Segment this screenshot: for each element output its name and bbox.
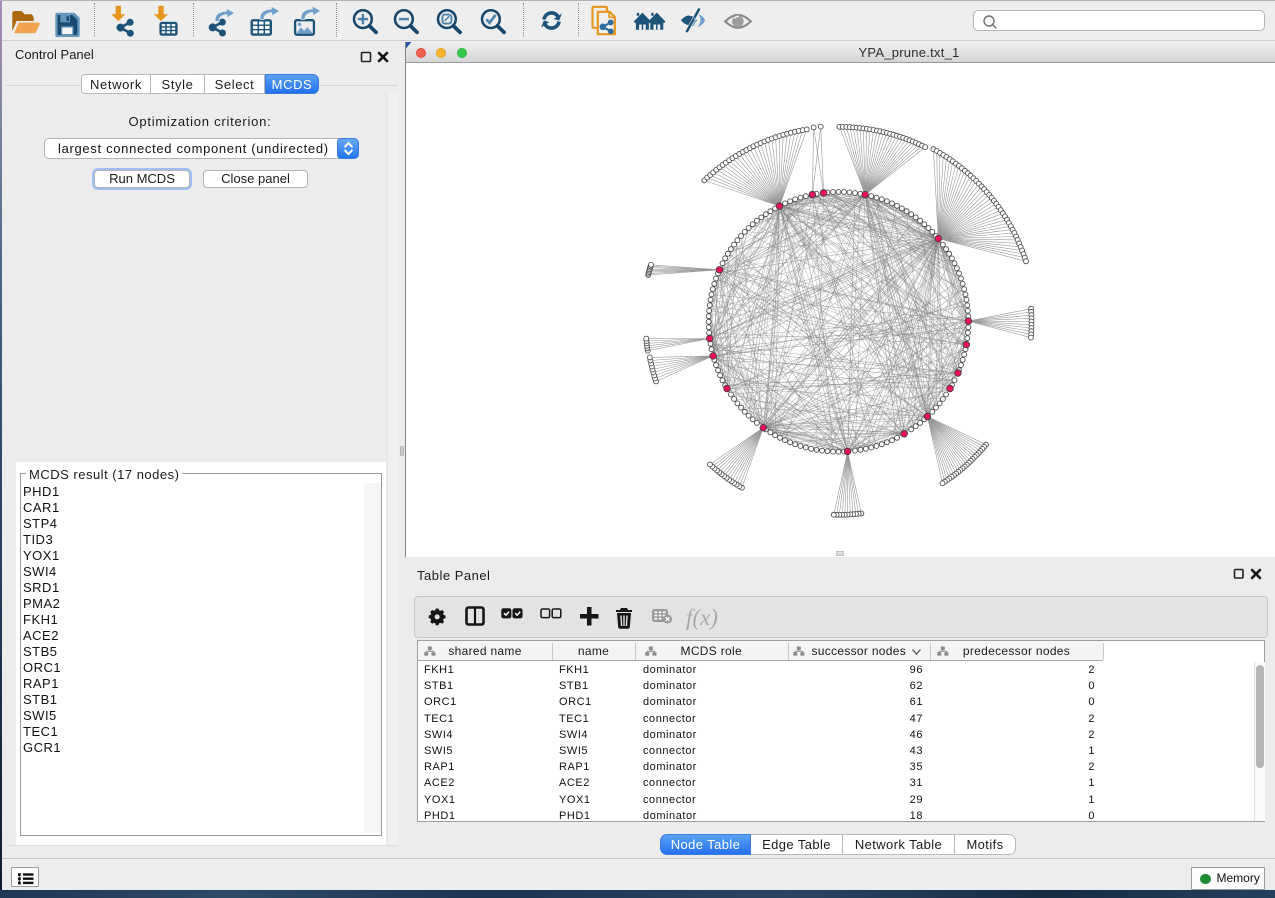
svg-text:f(x): f(x)	[686, 606, 718, 630]
